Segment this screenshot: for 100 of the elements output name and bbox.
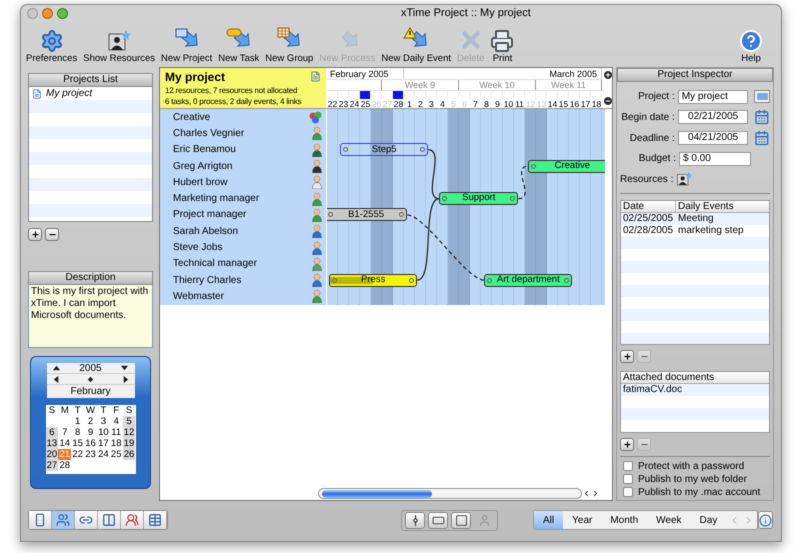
text-field[interactable]: 04/21/2005 — [678, 131, 748, 145]
add-button[interactable] — [28, 228, 42, 241]
task-bar[interactable]: Press — [329, 274, 418, 287]
calendar-day[interactable]: 25 — [110, 449, 123, 460]
tool-button[interactable] — [428, 512, 448, 528]
calendar-day[interactable]: 17 — [96, 438, 110, 449]
scale-tab[interactable]: All — [534, 511, 564, 529]
view-button[interactable] — [75, 511, 98, 529]
color-swatch[interactable] — [754, 90, 770, 103]
toolbar-button[interactable]: Print — [487, 26, 518, 64]
calendar-icon[interactable] — [754, 130, 770, 146]
left-arrow-icon[interactable] — [52, 374, 60, 384]
calendar-day[interactable]: 8 — [71, 427, 84, 438]
calendar-day[interactable]: 13 — [46, 438, 58, 449]
down-arrow-icon[interactable] — [120, 364, 129, 372]
zoom-in-icon[interactable] — [604, 71, 612, 79]
day-label: 5 — [450, 99, 457, 108]
day-label: 1 — [406, 99, 413, 108]
plus-icon — [622, 440, 632, 449]
calendar-day[interactable]: 6 — [46, 427, 58, 438]
calendar-day[interactable]: 2 — [84, 416, 97, 427]
project-item[interactable]: My project — [29, 87, 152, 100]
add-button[interactable] — [620, 350, 634, 363]
up-arrow-icon[interactable] — [52, 364, 61, 372]
table-cell-text: 02/28/2005 — [622, 225, 674, 237]
remove-button[interactable] — [45, 228, 59, 241]
calendar-day[interactable]: 19 — [122, 438, 136, 449]
toolbar-button[interactable]: Preferences — [23, 26, 80, 64]
toolbar-button[interactable]: Help — [739, 26, 763, 64]
tool-button[interactable] — [451, 512, 471, 528]
plus-icon — [30, 230, 40, 239]
zoom-out-icon[interactable] — [604, 97, 612, 105]
view-button[interactable] — [29, 511, 52, 529]
tool-button[interactable] — [405, 512, 425, 528]
calendar-day[interactable]: 28 — [58, 460, 72, 471]
toolbar-button[interactable]: New Task — [215, 26, 262, 64]
day-label: 8 — [483, 99, 490, 108]
description-field[interactable]: This is my first project with xTime. I can import Microsoft documents. — [28, 285, 153, 348]
calendar-icon[interactable] — [754, 109, 770, 125]
calendar-day[interactable]: 15 — [71, 438, 84, 449]
info-button[interactable] — [758, 511, 774, 529]
add-button[interactable] — [620, 438, 634, 451]
checkbox[interactable] — [623, 461, 633, 471]
scale-tab[interactable]: Day — [690, 511, 726, 529]
table-cell-text: marketing step — [677, 225, 745, 237]
text-field[interactable]: 02/21/2005 — [678, 110, 748, 124]
calendar-day[interactable]: 12 — [122, 427, 136, 438]
week-label: Week 9 — [404, 80, 436, 90]
handle-icon — [328, 212, 333, 218]
resource-name: Sarah Abelson — [173, 224, 238, 239]
scale-tab[interactable]: Month — [601, 511, 648, 529]
calendar-day[interactable]: 1 — [71, 416, 84, 427]
group-icon — [309, 110, 322, 124]
zoom-button[interactable] — [57, 8, 68, 19]
horizontal-scrollbar[interactable] — [318, 488, 582, 499]
checkbox[interactable] — [623, 487, 633, 497]
toolbar-button[interactable]: New Group — [262, 26, 316, 64]
calendar-day[interactable]: 24 — [96, 449, 110, 460]
summary-text: 12 resources, 7 resources not allocated — [165, 85, 298, 96]
resource-name: Charles Vegnier — [173, 126, 244, 141]
resource-name: Project manager — [173, 208, 246, 222]
calendar-day[interactable]: 14 — [58, 438, 72, 449]
day-label: 10 — [503, 99, 514, 108]
task-bar[interactable]: B1-2555 — [327, 208, 408, 222]
users-icon — [125, 513, 139, 527]
calendar-day[interactable]: 5 — [122, 416, 136, 427]
text-field[interactable]: My project — [678, 90, 748, 104]
calendar-day[interactable]: 11 — [110, 427, 123, 438]
calendar-day[interactable]: 27 — [46, 460, 58, 471]
calendar-day[interactable]: 18 — [110, 438, 123, 449]
calendar-day[interactable]: 20 — [46, 449, 58, 460]
calendar-day[interactable]: 22 — [71, 449, 84, 460]
task-bar[interactable]: Support — [439, 192, 518, 206]
view-button[interactable] — [144, 511, 167, 529]
calendar-day[interactable]: 9 — [84, 427, 97, 438]
right-arrow-icon[interactable] — [120, 374, 130, 384]
diamond-icon[interactable] — [86, 374, 95, 384]
checkbox[interactable] — [623, 474, 633, 484]
calendar-day[interactable]: 23 — [84, 449, 97, 460]
document-name[interactable]: fatimaCV.doc — [621, 384, 769, 396]
scale-tab[interactable]: Week — [647, 511, 691, 529]
scale-tab[interactable]: Year — [563, 511, 602, 529]
view-button[interactable] — [52, 511, 75, 529]
calendar-day[interactable]: 10 — [96, 427, 110, 438]
scrollbar-thumb[interactable] — [322, 490, 432, 498]
calendar-day[interactable]: 3 — [96, 416, 110, 427]
task-bar[interactable]: Creative — [528, 160, 605, 172]
calendar-day[interactable]: 7 — [58, 427, 72, 438]
toolbar-button[interactable]: New Project — [158, 26, 216, 64]
toolbar-button[interactable]: New Daily Event — [378, 26, 454, 64]
view-button[interactable] — [98, 511, 121, 529]
text-field[interactable]: $ 0.00 — [679, 152, 751, 166]
task-bar[interactable]: Art department — [484, 274, 572, 287]
view-button[interactable] — [121, 511, 144, 529]
calendar-day[interactable]: 16 — [84, 438, 97, 449]
toolbar-button[interactable]: Show Resources — [80, 26, 158, 64]
minimize-button[interactable] — [42, 8, 53, 19]
task-bar[interactable]: Step5 — [340, 143, 428, 156]
calendar-day[interactable]: 26 — [122, 449, 136, 460]
calendar-day[interactable]: 4 — [110, 416, 123, 427]
